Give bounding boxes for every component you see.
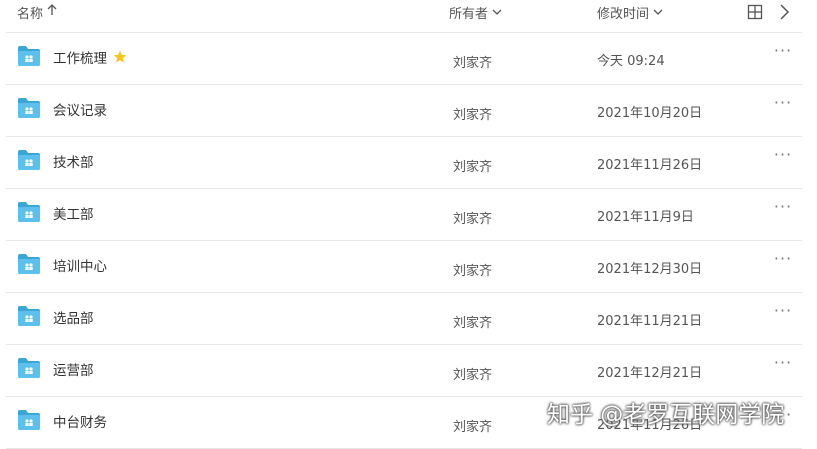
- chevron-down-icon: [492, 5, 502, 20]
- arrow-up-icon: [47, 4, 57, 20]
- file-row[interactable]: 美工部 刘家齐 2021年11月9日 ···: [0, 189, 817, 241]
- more-options-button[interactable]: ···: [772, 147, 794, 166]
- more-options-button[interactable]: ···: [772, 251, 794, 270]
- owner-name: 刘家齐: [453, 316, 493, 331]
- file-name-text: 工作梳理: [53, 51, 107, 67]
- owner-name: 刘家齐: [453, 420, 493, 435]
- sort-by-name-button[interactable]: 名称: [17, 0, 57, 24]
- file-row[interactable]: 培训中心 刘家齐 2021年12月30日 ···: [0, 241, 817, 293]
- modified-time: 2021年11月26日: [597, 158, 703, 173]
- grid-view-icon[interactable]: [747, 4, 763, 20]
- file-list-header: 名称 所有者 修改时间: [0, 0, 817, 32]
- modified-time: 今天 09:24: [597, 54, 665, 69]
- owner-name: 刘家齐: [453, 264, 493, 279]
- file-name-text: 美工部: [53, 207, 94, 223]
- owner-column-label: 所有者: [449, 6, 489, 22]
- shared-folder-icon: [17, 253, 41, 275]
- file-row[interactable]: 技术部 刘家齐 2021年11月26日 ···: [0, 137, 817, 189]
- file-row[interactable]: 会议记录 刘家齐 2021年10月20日 ···: [0, 85, 817, 137]
- file-row[interactable]: 选品部 刘家齐 2021年11月21日 ···: [0, 293, 817, 345]
- modified-time: 2021年11月21日: [597, 314, 703, 329]
- shared-folder-icon: [17, 97, 41, 119]
- owner-name: 刘家齐: [453, 56, 493, 71]
- owner-name: 刘家齐: [453, 160, 493, 175]
- file-name[interactable]: 工作梳理: [53, 47, 127, 67]
- shared-folder-icon: [17, 409, 41, 431]
- file-row[interactable]: 工作梳理 刘家齐 今天 09:24 ···: [0, 33, 817, 85]
- owner-column-header[interactable]: 所有者: [449, 0, 502, 24]
- shared-folder-icon: [17, 305, 41, 327]
- more-options-button[interactable]: ···: [772, 43, 794, 62]
- modified-time: 2021年10月20日: [597, 106, 703, 121]
- modified-time-column-label: 修改时间: [597, 6, 650, 22]
- owner-name: 刘家齐: [453, 368, 493, 383]
- shared-folder-icon: [17, 201, 41, 223]
- file-name[interactable]: 选品部: [53, 307, 94, 327]
- modified-time-column-header[interactable]: 修改时间: [597, 0, 663, 24]
- file-name-text: 运营部: [53, 363, 94, 379]
- file-name[interactable]: 会议记录: [53, 99, 107, 119]
- star-icon: [113, 50, 127, 64]
- more-options-button[interactable]: ···: [772, 199, 794, 218]
- more-options-button[interactable]: ···: [772, 95, 794, 114]
- file-name[interactable]: 培训中心: [53, 255, 107, 275]
- more-options-button[interactable]: ···: [772, 355, 794, 374]
- chevron-right-icon[interactable]: [776, 3, 792, 21]
- file-name-text: 培训中心: [53, 259, 107, 275]
- watermark: 知乎 @老罗互联网学院: [547, 402, 785, 428]
- shared-folder-icon: [17, 45, 41, 67]
- file-name[interactable]: 美工部: [53, 203, 94, 223]
- file-name-text: 中台财务: [53, 415, 107, 431]
- modified-time: 2021年12月21日: [597, 366, 703, 381]
- file-name-text: 技术部: [53, 155, 94, 171]
- file-name[interactable]: 中台财务: [53, 411, 107, 431]
- chevron-down-icon: [653, 5, 663, 20]
- file-name-text: 选品部: [53, 311, 94, 327]
- shared-folder-icon: [17, 149, 41, 171]
- modified-time: 2021年12月30日: [597, 262, 703, 277]
- file-name-text: 会议记录: [53, 103, 107, 119]
- shared-folder-icon: [17, 357, 41, 379]
- name-column-label: 名称: [17, 6, 44, 22]
- owner-name: 刘家齐: [453, 108, 493, 123]
- file-row[interactable]: 运营部 刘家齐 2021年12月21日 ···: [0, 345, 817, 397]
- owner-name: 刘家齐: [453, 212, 493, 227]
- modified-time: 2021年11月9日: [597, 210, 694, 225]
- file-name[interactable]: 技术部: [53, 151, 94, 171]
- more-options-button[interactable]: ···: [772, 303, 794, 322]
- file-name[interactable]: 运营部: [53, 359, 94, 379]
